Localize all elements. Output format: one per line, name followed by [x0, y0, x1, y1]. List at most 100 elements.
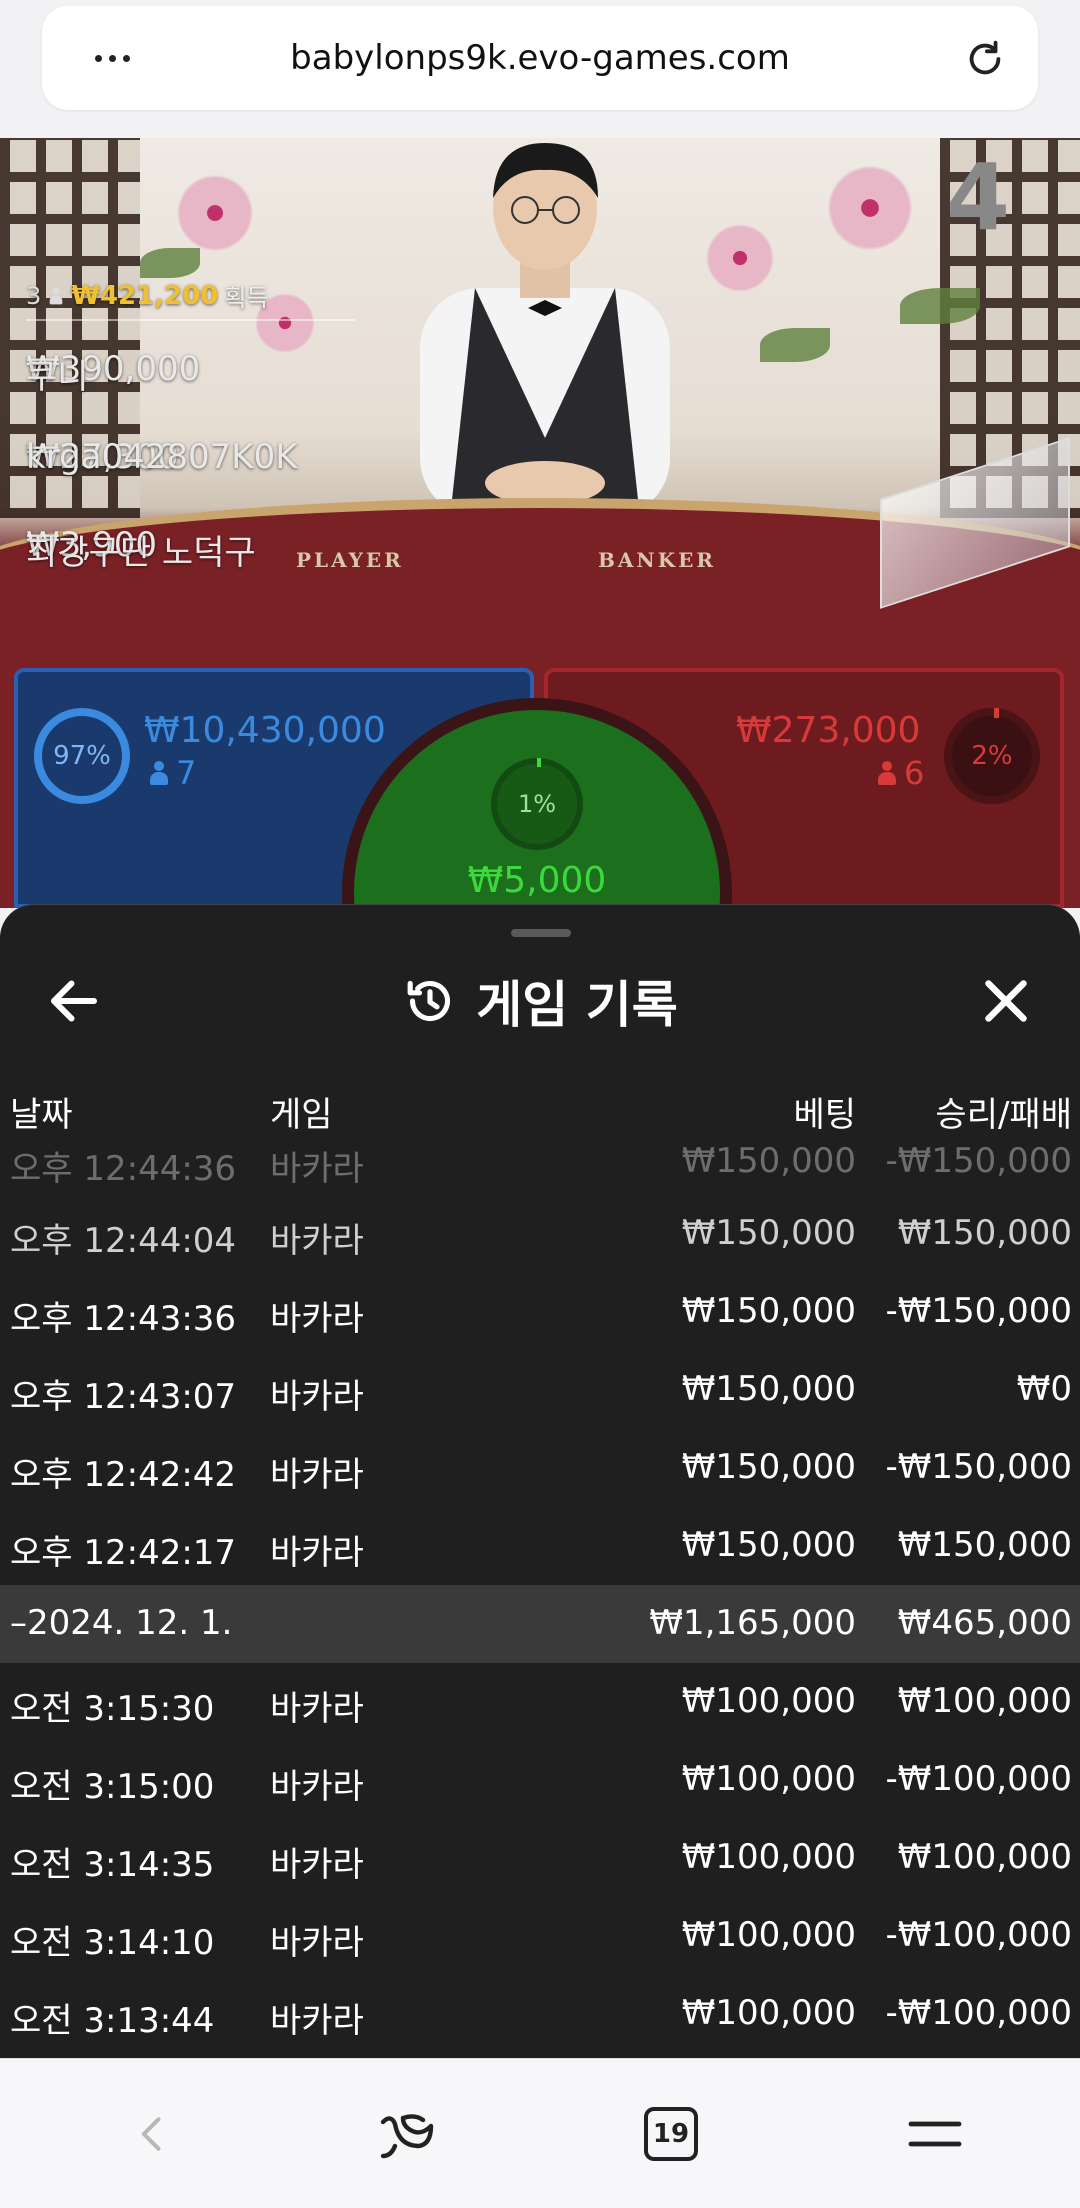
column-header-game: 게임 [270, 1095, 333, 1135]
live-dealer-video: PLAYER BANKER 4 3 ₩421,200 획득 ₩390,000 쿠… [0, 138, 1080, 908]
round-number: 4 [945, 144, 1010, 251]
row-result: -₩100,000 [885, 1993, 1073, 2033]
row-time: 오전 3:13:44 [10, 2001, 215, 2041]
date-group-result-total: ₩465,000 [897, 1603, 1072, 1643]
row-result: -₩150,000 [885, 1447, 1073, 1487]
history-row[interactable]: 오후 12:44:04 바카라 ₩150,000 ₩150,000 [0, 1195, 1080, 1273]
url-text[interactable]: babylonps9k.evo-games.com [162, 6, 918, 110]
row-bet: ₩150,000 [681, 1369, 856, 1409]
address-bar[interactable]: babylonps9k.evo-games.com [42, 6, 1038, 110]
reload-icon[interactable] [962, 36, 1008, 82]
chevron-left-icon [141, 2117, 161, 2151]
history-row[interactable]: 오전 3:13:44 바카라 ₩100,000 -₩100,000 [0, 1975, 1080, 2053]
row-result: ₩100,000 [897, 1837, 1072, 1877]
row-game: 바카라 [270, 1845, 364, 1885]
sheet-header: 게임 기록 [0, 941, 1080, 1061]
row-time: 오후 12:44:36 [10, 1149, 237, 1189]
user-icon [49, 287, 63, 304]
row-result: -₩100,000 [885, 1915, 1073, 1955]
home-button[interactable] [372, 2099, 442, 2169]
sheet-title-wrap: 게임 기록 [0, 941, 1080, 1061]
row-bet: ₩150,000 [681, 1291, 856, 1331]
winner-row: ₩27,300 krga042807K0K [26, 419, 356, 497]
winner-name: 쿠니 [26, 357, 89, 397]
row-bet: ₩100,000 [681, 1993, 856, 2033]
tabs-button[interactable]: 19 [636, 2099, 706, 2169]
row-game: 바카라 [270, 1149, 364, 1189]
row-result: -₩150,000 [885, 1141, 1073, 1181]
row-result: ₩100,000 [897, 1681, 1072, 1721]
flower-decoration [170, 168, 260, 258]
row-time: 오전 3:14:35 [10, 1845, 215, 1885]
row-time: 오후 12:42:42 [10, 1455, 237, 1495]
more-options-icon[interactable] [82, 36, 142, 80]
row-bet: ₩100,000 [681, 1915, 856, 1955]
row-game: 바카라 [270, 1377, 364, 1417]
back-button[interactable] [118, 2099, 188, 2169]
row-game: 바카라 [270, 1689, 364, 1729]
date-group-row[interactable]: –2024. 12. 1. ₩1,165,000 ₩465,000 [0, 1585, 1080, 1663]
row-game: 바카라 [270, 1767, 364, 1807]
history-row[interactable]: 오전 3:14:10 바카라 ₩100,000 -₩100,000 [0, 1897, 1080, 1975]
history-row[interactable]: 오전 3:15:30 바카라 ₩100,000 ₩100,000 [0, 1663, 1080, 1741]
row-result: ₩150,000 [897, 1525, 1072, 1565]
banker-percent: 2% [971, 741, 1013, 771]
history-row[interactable]: 오후 12:44:36 바카라 ₩150,000 -₩150,000 [0, 1141, 1080, 1195]
row-result: -₩100,000 [885, 1759, 1073, 1799]
tabs-count-icon: 19 [644, 2107, 698, 2161]
row-result: ₩0 [1016, 1369, 1072, 1409]
row-result: ₩150,000 [897, 1213, 1072, 1253]
winners-total-label: 획득 [224, 284, 269, 312]
flower-decoration [700, 218, 780, 298]
row-time: 오전 3:15:30 [10, 1689, 215, 1729]
history-icon [407, 980, 451, 1022]
history-list[interactable]: 오후 12:44:36 바카라 ₩150,000 -₩150,000 오후 12… [0, 1141, 1080, 2053]
row-game: 바카라 [270, 1533, 364, 1573]
row-bet: ₩100,000 [681, 1837, 856, 1877]
winner-row: ₩3,900 최강구단 노덕구 [26, 507, 356, 585]
close-icon[interactable] [976, 971, 1036, 1031]
history-row[interactable]: 오후 12:43:07 바카라 ₩150,000 ₩0 [0, 1351, 1080, 1429]
history-row[interactable]: 오전 3:15:00 바카라 ₩100,000 -₩100,000 [0, 1741, 1080, 1819]
banker-bettor-count: 6 [878, 754, 924, 792]
column-header-bet: 베팅 [793, 1095, 856, 1135]
row-time: 오전 3:15:00 [10, 1767, 215, 1807]
winners-header: 3 ₩421,200 획득 [26, 278, 356, 321]
flower-decoration [820, 158, 920, 258]
player-bet-total: ₩10,430,000 [144, 710, 386, 751]
row-bet: ₩150,000 [681, 1213, 856, 1253]
history-row[interactable]: 오후 12:43:36 바카라 ₩150,000 -₩150,000 [0, 1273, 1080, 1351]
banker-percent-tick [994, 708, 999, 718]
row-bet: ₩150,000 [681, 1141, 856, 1181]
leaf-decoration [140, 248, 200, 278]
row-game: 바카라 [270, 1299, 364, 1339]
dealer-figure [420, 143, 670, 518]
whale-icon [380, 2114, 434, 2159]
sheet-drag-handle[interactable] [511, 929, 571, 937]
table-label-banker: BANKER [598, 548, 716, 572]
history-row[interactable]: 오후 12:42:42 바카라 ₩150,000 -₩150,000 [0, 1429, 1080, 1507]
row-time: 오후 12:42:17 [10, 1533, 237, 1573]
date-group-bet-total: ₩1,165,000 [649, 1603, 856, 1643]
hamburger-menu-icon [908, 2121, 962, 2147]
history-row[interactable]: 오전 3:14:35 바카라 ₩100,000 ₩100,000 [0, 1819, 1080, 1897]
row-result: -₩150,000 [885, 1291, 1073, 1331]
row-time: 오후 12:44:04 [10, 1221, 237, 1261]
tie-percent-tick [537, 758, 541, 767]
player-bettor-number: 7 [176, 754, 197, 792]
banker-percent-ring: 2% [944, 708, 1040, 804]
sheet-title: 게임 기록 [476, 976, 678, 1034]
row-game: 바카라 [270, 1923, 364, 1963]
browser-top-bar: babylonps9k.evo-games.com [0, 0, 1080, 138]
row-bet: ₩100,000 [681, 1759, 856, 1799]
user-icon [150, 761, 168, 785]
winners-total: ₩421,200 [71, 280, 219, 311]
screen: babylonps9k.evo-games.com PLAYER BANKER … [0, 0, 1080, 2208]
winner-row: ₩390,000 쿠니 [26, 331, 356, 409]
menu-button[interactable] [900, 2099, 970, 2169]
row-time: 오후 12:43:36 [10, 1299, 237, 1339]
row-time: 오전 3:14:10 [10, 1923, 215, 1963]
history-row[interactable]: 오후 12:42:17 바카라 ₩150,000 ₩150,000 [0, 1507, 1080, 1585]
leaf-decoration [760, 328, 830, 362]
tie-bet-total: ₩5,000 [467, 860, 607, 901]
